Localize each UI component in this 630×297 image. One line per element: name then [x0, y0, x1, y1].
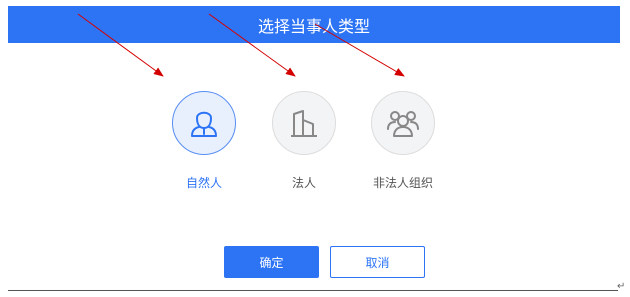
- document-divider: [8, 290, 618, 291]
- cancel-button[interactable]: 取消: [330, 246, 425, 278]
- option-label: 非法人组织: [372, 176, 433, 190]
- unincorporated-org-circle[interactable]: [371, 91, 435, 155]
- natural-person-circle[interactable]: [172, 91, 236, 155]
- confirm-button[interactable]: 确定: [224, 246, 319, 278]
- building-icon: [291, 110, 317, 137]
- legal-person-circle[interactable]: [272, 91, 336, 155]
- option-legal-person[interactable]: 法人: [249, 91, 359, 191]
- option-unincorporated-org[interactable]: 非法人组织: [348, 91, 458, 191]
- option-label: 法人: [291, 176, 316, 190]
- option-natural-person[interactable]: 自然人: [149, 91, 259, 191]
- paragraph-mark: ↵: [617, 281, 626, 292]
- group-icon: [387, 111, 419, 137]
- option-label: 自然人: [185, 176, 222, 190]
- person-icon: [191, 111, 217, 137]
